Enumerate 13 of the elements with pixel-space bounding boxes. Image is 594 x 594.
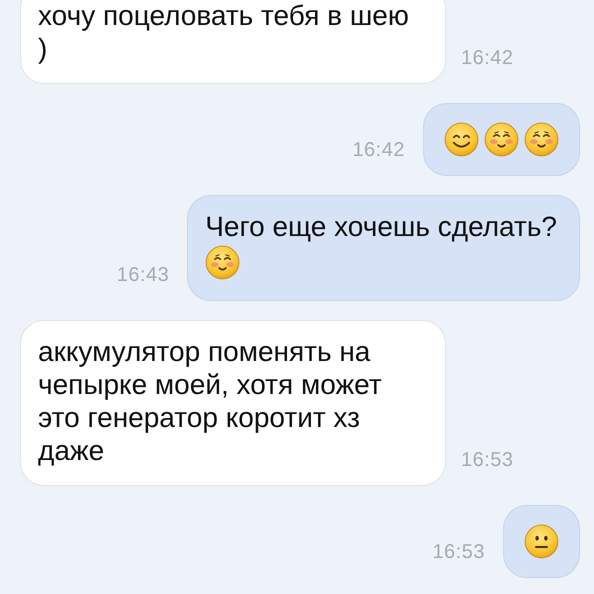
blushing-face-icon	[484, 122, 519, 157]
message-time: 16:53	[432, 541, 485, 565]
message-time: 16:53	[461, 449, 514, 473]
neutral-face-icon	[524, 524, 559, 559]
smiling-face-icon	[444, 122, 479, 157]
blushing-face-icon	[524, 122, 559, 157]
blushing-face-icon	[205, 245, 240, 280]
message-time: 16:42	[461, 47, 514, 71]
message-time: 16:43	[116, 264, 170, 288]
message-text: хочу поцеловать тебя в шею )	[38, 0, 410, 65]
message-time: 16:42	[352, 139, 405, 163]
message-text: Чего еще хочешь сделать?	[205, 210, 557, 243]
message-text: аккумулятор поменять на чепырке моей, хотя может это генератор коротит хз даже	[38, 335, 383, 467]
